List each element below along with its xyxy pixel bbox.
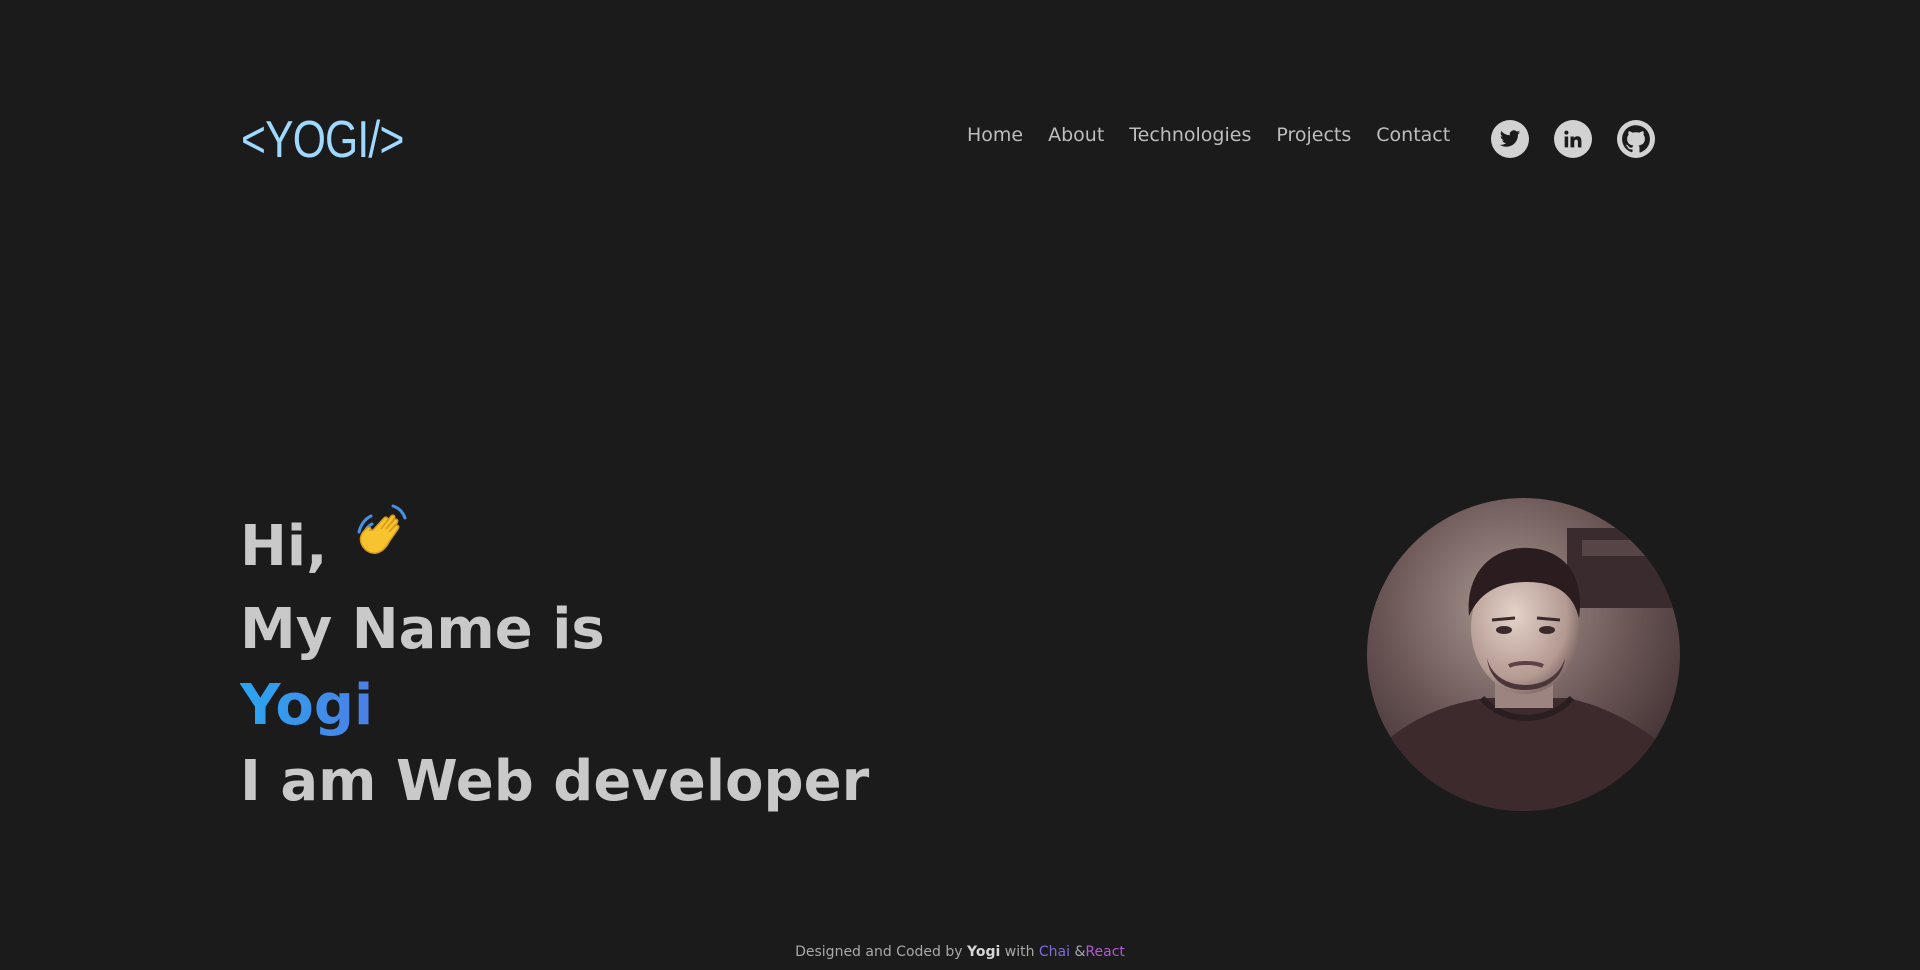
hero-greeting: Hi, — [240, 514, 328, 580]
profile-photo — [1367, 498, 1680, 811]
linkedin-icon — [1564, 130, 1582, 148]
twitter-link[interactable] — [1491, 120, 1529, 158]
footer-with: with — [1004, 944, 1035, 960]
hero-section: Hi, My Name is Yogi I am Web developer — [240, 504, 870, 820]
footer-tech-chai: Chai — [1038, 944, 1071, 960]
footer-author: Yogi — [967, 944, 1001, 960]
hero-name-line: Yogi — [240, 668, 869, 744]
main-nav: Home About Technologies Projects Contact — [967, 124, 1450, 146]
footer-tech-react: React — [1085, 944, 1125, 960]
site-logo[interactable]: <YOGI/> — [241, 108, 404, 172]
footer-amp: & — [1074, 944, 1086, 960]
github-link[interactable] — [1617, 120, 1655, 158]
page: <YOGI/> Home About Technologies Projects… — [0, 0, 1920, 970]
waving-hand-icon — [353, 502, 417, 586]
github-icon — [1617, 120, 1655, 158]
footer-prefix: Designed and Coded by — [795, 944, 963, 960]
twitter-icon — [1499, 130, 1521, 147]
nav-home[interactable]: Home — [967, 124, 1023, 146]
hero-intro: My Name is — [240, 597, 605, 662]
nav-projects[interactable]: Projects — [1276, 124, 1351, 146]
hero-greeting-line: Hi, — [240, 504, 869, 592]
nav-technologies[interactable]: Technologies — [1129, 124, 1251, 146]
nav-about[interactable]: About — [1048, 124, 1104, 146]
hero-role: I am Web developer — [240, 749, 870, 814]
linkedin-link[interactable] — [1554, 120, 1592, 158]
social-links — [1491, 120, 1655, 158]
footer: Designed and Coded by Yogi with Chai &Re… — [0, 944, 1920, 960]
nav-contact[interactable]: Contact — [1376, 124, 1450, 146]
hero-name: Yogi — [240, 673, 374, 738]
